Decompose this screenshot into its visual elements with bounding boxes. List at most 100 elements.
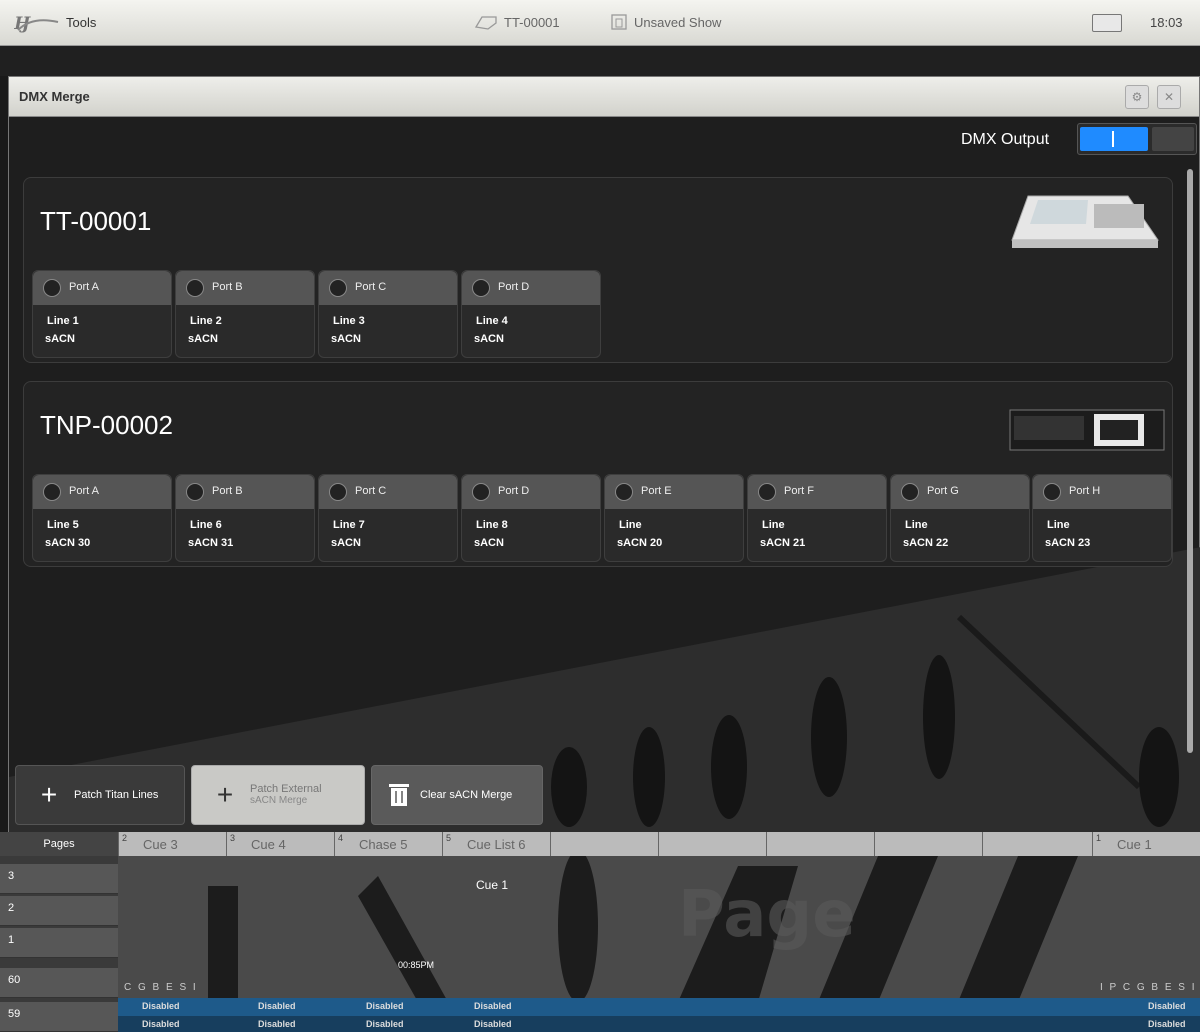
port-protocol: sACN [474,333,504,345]
port-line: Line 8 [476,519,508,531]
port-label: Port G [927,485,959,497]
disabled-tag: Disabled [366,1001,404,1011]
patch-titan-lines-button[interactable]: + Patch Titan Lines [15,765,185,825]
port-card[interactable]: Port H Line sACN 23 [1032,474,1172,562]
port-line: Line 6 [190,519,222,531]
port-line: Line 5 [47,519,79,531]
playback-area: Page Pages 2 Cue 3 3 Cue 4 4 Chase 5 5 Cue L… [0,832,1200,1032]
port-line: Line 1 [47,315,79,327]
show-file-icon [611,14,627,30]
port-label: Port D [498,281,530,293]
page-number[interactable]: 1 [0,928,118,958]
port-label: Port F [784,485,814,497]
page-number[interactable]: 59 [0,1002,118,1032]
dmx-output-toggle[interactable] [1077,123,1197,155]
show-name-label: Unsaved Show [634,14,722,30]
window-close-button[interactable]: ✕ [1157,85,1181,109]
port-line: Line 4 [476,315,508,327]
playback-header[interactable]: 4 Chase 5 [334,832,442,856]
device-panel-tnp-00002: TNP-00002 Port A Line 5 sACN 30 Port B L… [23,381,1173,567]
port-protocol: sACN 23 [1045,537,1091,549]
port-card[interactable]: Port G Line sACN 22 [890,474,1030,562]
trash-icon [389,784,409,806]
page-number[interactable]: 3 [0,864,118,894]
playback-header[interactable] [766,832,874,856]
port-card[interactable]: Port B Line 6 sACN 31 [175,474,315,562]
port-card[interactable]: Port F Line sACN 21 [747,474,887,562]
page-number[interactable]: 2 [0,896,118,926]
port-label: Port H [1069,485,1101,497]
time-label: 00:85PM [398,960,435,970]
patch-external-label: Patch External [250,783,322,795]
port-card[interactable]: Port D Line 4 sACN [461,270,601,358]
disabled-tag: Disabled [366,1019,404,1029]
patch-external-sublabel: sACN Merge [250,795,308,806]
page-number[interactable]: 60 [0,968,118,998]
dmx-merge-window: DMX Merge ⚙ ✕ DMX Output TT-00001 Port A… [8,76,1200,833]
playback-header[interactable] [550,832,658,856]
port-label: Port B [212,485,243,497]
port-card[interactable]: Port E Line sACN 20 [604,474,744,562]
disabled-tag: Disabled [142,1001,180,1011]
playback-header[interactable]: 5 Cue List 6 [442,832,550,856]
playback-header[interactable]: 3 Cue 4 [226,832,334,856]
port-card[interactable]: Port A Line 5 sACN 30 [32,474,172,562]
toggle-on-indicator [1080,127,1148,151]
port-card[interactable]: Port A Line 1 sACN [32,270,172,358]
clear-sacn-merge-button[interactable]: Clear sACN Merge [371,765,543,825]
show-name[interactable]: Unsaved Show [610,13,721,31]
node-device-image [1009,409,1165,451]
patch-external-button[interactable]: + Patch External sACN Merge [191,765,365,825]
port-line: Line [905,519,928,531]
port-indicator-icon [186,279,204,297]
plus-icon: + [216,779,234,810]
window-settings-button[interactable]: ⚙ [1125,85,1149,109]
tools-menu[interactable]: Tools [66,15,96,30]
disabled-tag: Disabled [474,1019,512,1029]
port-card[interactable]: Port D Line 8 sACN [461,474,601,562]
disabled-tag: Disabled [474,1001,512,1011]
port-label: Port C [355,485,387,497]
playback-header[interactable] [874,832,982,856]
playback-header[interactable] [982,832,1092,856]
keyboard-icon[interactable] [1092,14,1122,32]
port-protocol: sACN 22 [903,537,949,549]
port-label: Port C [355,281,387,293]
port-indicator-icon [615,483,633,501]
device-name: TT-00001 [40,206,152,236]
port-line: Line 2 [190,315,222,327]
port-protocol: sACN 31 [188,537,234,549]
console-icon [474,16,497,30]
window-title: DMX Merge [19,89,90,104]
plus-icon: + [40,779,58,810]
port-protocol: sACN [474,537,504,549]
playback-header[interactable] [658,832,766,856]
device-panel-tt-00001: TT-00001 Port A Line 1 sACN Port B Line … [23,177,1173,363]
port-indicator-icon [758,483,776,501]
port-card[interactable]: Port C Line 7 sACN [318,474,458,562]
workspace-strip [0,46,1200,76]
dmx-output-label: DMX Output [961,131,1050,148]
clear-sacn-merge-label: Clear sACN Merge [420,789,513,801]
port-indicator-icon [472,279,490,297]
port-protocol: sACN [331,333,361,345]
console-name-label: TT-00001 [504,14,560,30]
disabled-tag: Disabled [1148,1019,1186,1029]
port-line: Line [1047,519,1070,531]
port-indicator-icon [186,483,204,501]
vertical-scrollbar[interactable] [1187,169,1193,753]
port-protocol: sACN 30 [45,537,91,549]
port-card[interactable]: Port C Line 3 sACN [318,270,458,358]
avolites-logo[interactable]: Ꜧ [14,12,60,34]
console-name[interactable]: TT-00001 [474,13,560,31]
port-protocol: sACN [45,333,75,345]
port-indicator-icon [472,483,490,501]
pages-button[interactable]: Pages [0,832,118,856]
port-indicator-icon [1043,483,1061,501]
port-indicator-icon [43,483,61,501]
playback-header[interactable]: 2 Cue 3 [118,832,226,856]
port-card[interactable]: Port B Line 2 sACN [175,270,315,358]
port-indicator-icon [329,279,347,297]
playback-header[interactable]: 1 Cue 1 [1092,832,1200,856]
background-artwork-lower: Page [208,850,1078,1002]
